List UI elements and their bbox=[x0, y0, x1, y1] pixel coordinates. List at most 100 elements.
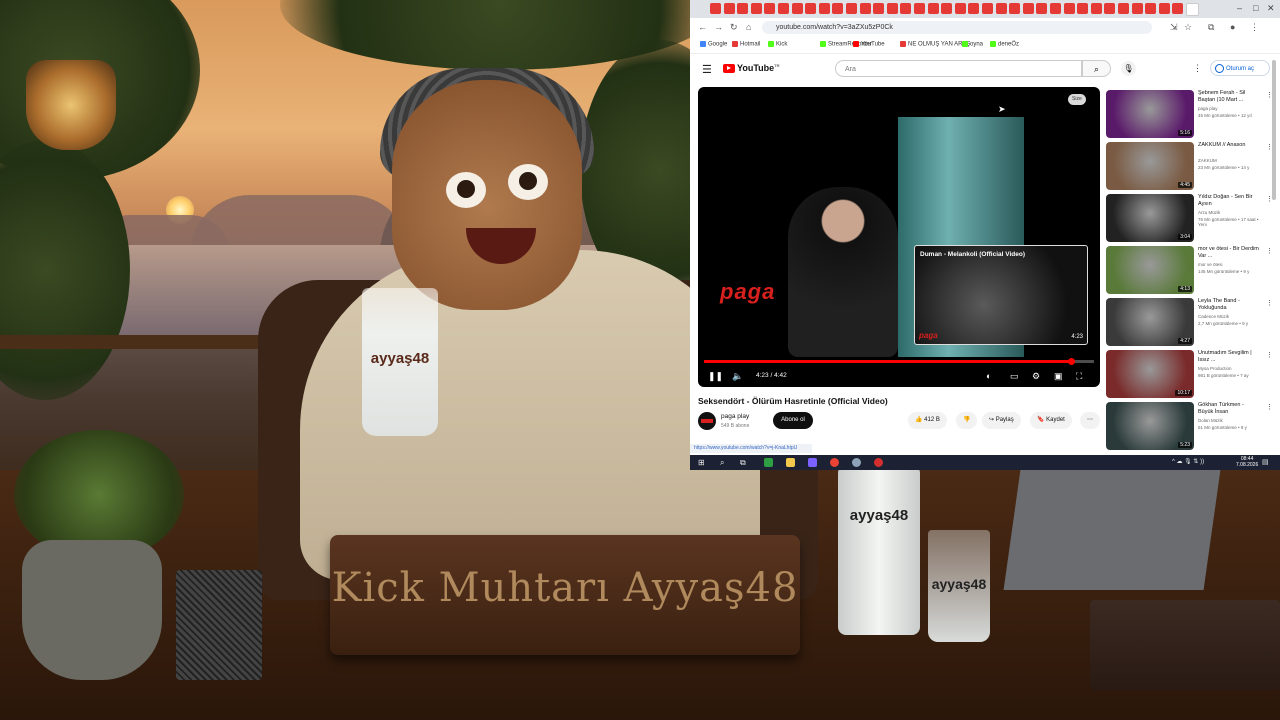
related-video-item[interactable]: 4:27 Leyla The Band - Yokluğunda Cadence M… bbox=[1106, 298, 1276, 348]
browser-tab[interactable] bbox=[886, 3, 898, 14]
browser-tab[interactable] bbox=[846, 3, 857, 14]
related-video-title[interactable]: Şebnem Ferah - Sil Baştan (10 Mart ... bbox=[1198, 90, 1260, 104]
chrome-icon[interactable] bbox=[830, 458, 839, 467]
channel-avatar[interactable] bbox=[698, 412, 716, 430]
youtube-logo[interactable]: YouTubeTR bbox=[723, 63, 780, 75]
bookmark-item[interactable]: YouTube bbox=[853, 41, 885, 48]
related-video-channel[interactable]: Mysa Production bbox=[1198, 366, 1262, 371]
voice-search-button[interactable]: 🎙 bbox=[1121, 61, 1136, 76]
dislike-button[interactable]: 👎 bbox=[956, 412, 978, 429]
browser-tab[interactable] bbox=[1009, 3, 1021, 14]
related-video-item[interactable]: 3:04 Yıldız Doğan - Sen Bir Aysın Arzu Müz… bbox=[1106, 194, 1276, 244]
system-tray-icons[interactable]: ^ ☁ 🎙 ⇅ )) bbox=[1172, 458, 1204, 465]
fullscreen-icon[interactable]: ⛶ bbox=[1076, 371, 1082, 382]
browser-tab[interactable] bbox=[968, 3, 980, 14]
progress-scrubber[interactable] bbox=[1067, 358, 1075, 365]
related-video-channel[interactable]: mor ve ötesi bbox=[1198, 262, 1262, 267]
video-options-icon[interactable]: ⋮ bbox=[1266, 247, 1273, 255]
bookmark-item[interactable]: deneÖz bbox=[990, 41, 1019, 48]
bookmark-item[interactable]: Kick bbox=[768, 41, 787, 48]
browser-tab[interactable] bbox=[1158, 3, 1170, 14]
extensions-icon[interactable]: ⧉ bbox=[1208, 22, 1214, 33]
browser-tab[interactable] bbox=[1090, 3, 1102, 14]
miniplayer-icon[interactable]: ▣ bbox=[1054, 371, 1063, 382]
end-screen-card[interactable]: Duman - Melankoli (Official Video) paga … bbox=[914, 245, 1088, 345]
related-video-channel[interactable]: ZAKKUM bbox=[1198, 158, 1262, 163]
bookmark-star-icon[interactable]: ☆ bbox=[1184, 22, 1192, 33]
video-options-icon[interactable]: ⋮ bbox=[1266, 351, 1273, 359]
forward-icon[interactable]: → bbox=[714, 22, 723, 32]
browser-tab[interactable] bbox=[778, 3, 789, 14]
video-thumbnail[interactable]: 10:17 bbox=[1106, 350, 1194, 398]
related-video-channel[interactable]: paga play bbox=[1198, 106, 1262, 111]
app-icon[interactable] bbox=[764, 458, 773, 467]
browser-tab[interactable] bbox=[1050, 3, 1061, 14]
subscribe-button[interactable]: Abone ol bbox=[773, 412, 813, 429]
browser-tab-active[interactable] bbox=[1186, 3, 1199, 16]
related-video-channel[interactable]: Cadence Müzik bbox=[1198, 314, 1262, 319]
browser-tab[interactable] bbox=[1118, 3, 1129, 14]
video-thumbnail[interactable]: 4:13 bbox=[1106, 246, 1194, 294]
related-video-title[interactable]: ZAKKUM // Anason bbox=[1198, 142, 1260, 149]
related-video-item[interactable]: 10:17 Unutmadım Sevgilim | Issız ... Mysa … bbox=[1106, 350, 1276, 400]
close-icon[interactable]: ✕ bbox=[1267, 3, 1275, 14]
browser-tab[interactable] bbox=[1131, 3, 1143, 14]
bookmark-item[interactable]: oyna bbox=[962, 41, 983, 48]
like-button[interactable]: 👍 412 B bbox=[908, 412, 947, 429]
related-video-title[interactable]: mor ve ötesi - Bir Derdim Var ... bbox=[1198, 246, 1260, 260]
bookmark-item[interactable]: Google bbox=[700, 41, 727, 48]
browser-tab[interactable] bbox=[873, 3, 885, 14]
subtitles-icon[interactable]: ▭ bbox=[1010, 371, 1019, 382]
taskbar-clock[interactable]: 08:44 7.08.2026 bbox=[1236, 456, 1258, 468]
taskbar-search-icon[interactable]: ⌕ bbox=[720, 458, 724, 468]
browser-tab[interactable] bbox=[818, 3, 830, 14]
related-video-title[interactable]: Yıldız Doğan - Sen Bir Aysın bbox=[1198, 194, 1260, 208]
save-button[interactable]: 🔖 Kaydet bbox=[1030, 412, 1072, 429]
app-icon[interactable] bbox=[852, 458, 861, 467]
menu-icon[interactable]: ⋮ bbox=[1250, 22, 1259, 33]
install-icon[interactable]: ⇲ bbox=[1170, 22, 1178, 33]
browser-tab[interactable] bbox=[1172, 3, 1184, 14]
channel-name[interactable]: paga play bbox=[721, 413, 749, 420]
browser-tab[interactable] bbox=[1104, 3, 1116, 14]
related-video-title[interactable]: Leyla The Band - Yokluğunda bbox=[1198, 298, 1260, 312]
browser-tab[interactable] bbox=[1145, 3, 1157, 14]
related-video-item[interactable]: 4:45 ZAKKUM // Anason ZAKKUM 23 Mn görüntül… bbox=[1106, 142, 1276, 192]
app-icon[interactable] bbox=[808, 458, 817, 467]
browser-tab[interactable] bbox=[927, 3, 939, 14]
browser-tab[interactable] bbox=[900, 3, 912, 14]
sign-in-button[interactable]: Oturum aç bbox=[1210, 60, 1270, 76]
related-video-title[interactable]: Unutmadım Sevgilim | Issız ... bbox=[1198, 350, 1260, 364]
related-video-channel[interactable]: Dolan Müzik bbox=[1198, 418, 1262, 423]
browser-tab[interactable] bbox=[723, 3, 735, 14]
video-player[interactable]: paga Size Duman - Melankoli (Official Vi… bbox=[698, 87, 1100, 387]
bookmark-item[interactable]: Hotmail bbox=[732, 41, 760, 48]
pause-icon[interactable]: ❚❚ bbox=[708, 371, 723, 382]
settings-kebab-icon[interactable]: ⋮ bbox=[1193, 63, 1202, 74]
browser-tab[interactable] bbox=[995, 3, 1007, 14]
size-badge[interactable]: Size bbox=[1068, 94, 1086, 105]
share-button[interactable]: ↪ Paylaş bbox=[982, 412, 1021, 429]
browser-tab[interactable] bbox=[982, 3, 993, 14]
back-icon[interactable]: ← bbox=[698, 22, 707, 32]
browser-tab[interactable] bbox=[764, 3, 776, 14]
related-video-item[interactable]: 4:13 mor ve ötesi - Bir Derdim Var ... mor… bbox=[1106, 246, 1276, 296]
settings-gear-icon[interactable]: ⚙ bbox=[1032, 371, 1040, 382]
video-thumbnail[interactable]: 3:04 bbox=[1106, 194, 1194, 242]
browser-tab[interactable] bbox=[941, 3, 953, 14]
url-bar[interactable]: youtube.com/watch?v=3aZXu5zP0Ck bbox=[762, 21, 1152, 34]
file-explorer-icon[interactable] bbox=[786, 458, 795, 467]
video-thumbnail[interactable]: 4:27 bbox=[1106, 298, 1194, 346]
bookmark-item[interactable]: NE OLMUŞ YAN ARAŞ bbox=[900, 41, 970, 48]
home-icon[interactable]: ⌂ bbox=[746, 22, 751, 32]
related-video-title[interactable]: Gökhan Türkmen - Büyük İnsan bbox=[1198, 402, 1260, 416]
related-video-item[interactable]: 5:23 Gökhan Türkmen - Büyük İnsan Dolan Mü… bbox=[1106, 402, 1276, 452]
browser-tab[interactable] bbox=[954, 3, 966, 14]
related-video-channel[interactable]: Arzu Müzik bbox=[1198, 210, 1262, 215]
browser-tab[interactable] bbox=[750, 3, 762, 14]
search-button[interactable]: ⌕ bbox=[1082, 60, 1111, 77]
browser-tab[interactable] bbox=[805, 3, 817, 14]
video-thumbnail[interactable]: 5:16 bbox=[1106, 90, 1194, 138]
browser-tab[interactable] bbox=[710, 3, 721, 14]
browser-tab[interactable] bbox=[1063, 3, 1075, 14]
